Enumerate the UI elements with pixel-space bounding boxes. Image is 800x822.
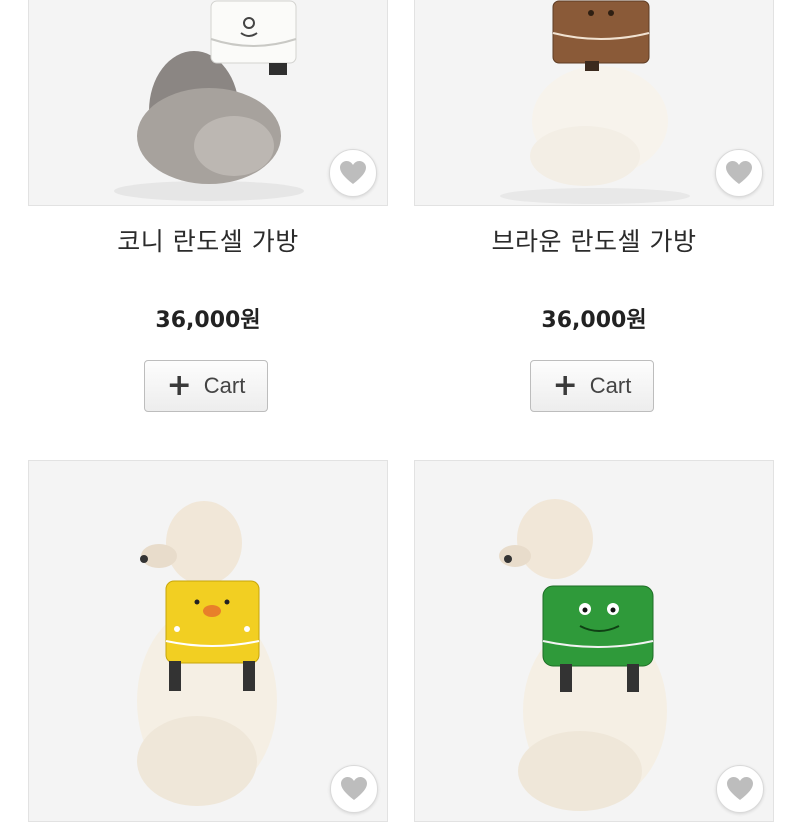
dog-with-yellow-backpack-image	[29, 461, 387, 821]
add-to-cart-button[interactable]: + Cart	[144, 360, 268, 412]
dog-with-green-backpack-image	[415, 461, 773, 821]
product-name[interactable]: 브라운 란도셀 가방	[414, 222, 774, 258]
plus-icon: +	[552, 368, 578, 403]
wishlist-button[interactable]	[715, 149, 763, 197]
wishlist-button[interactable]	[716, 765, 764, 813]
product-price: 36,000원	[155, 308, 261, 333]
product-image[interactable]	[414, 0, 774, 206]
wishlist-button[interactable]	[330, 765, 378, 813]
product-image[interactable]	[414, 460, 774, 822]
add-to-cart-button[interactable]: + Cart	[530, 360, 654, 412]
add-to-cart-label: Cart	[589, 373, 632, 398]
product-price: 36,000원	[541, 308, 647, 333]
product-image[interactable]	[28, 460, 388, 822]
wishlist-button[interactable]	[329, 149, 377, 197]
heart-icon	[727, 777, 753, 800]
heart-icon	[726, 161, 752, 184]
heart-icon	[341, 777, 367, 800]
product-name[interactable]: 코니 란도셀 가방	[28, 222, 388, 258]
add-to-cart-label: Cart	[203, 373, 246, 398]
heart-icon	[340, 161, 366, 184]
plus-icon: +	[166, 368, 192, 403]
product-image[interactable]	[28, 0, 388, 206]
